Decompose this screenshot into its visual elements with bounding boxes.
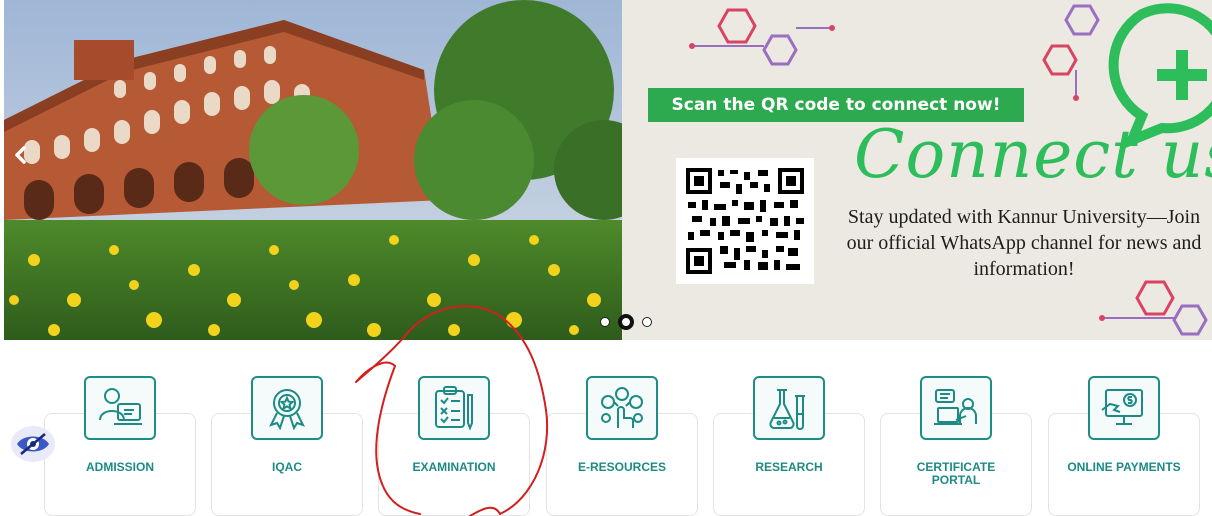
connect-us-description: Stay updated with Kannur University—Join… [846, 206, 1202, 280]
e-resources-tile[interactable] [586, 376, 658, 440]
slider-dot-3[interactable] [642, 317, 652, 327]
chevron-left-icon [15, 146, 26, 164]
quick-link-label[interactable]: EXAMINATION [378, 461, 530, 474]
quick-link-label[interactable]: CERTIFICATE PORTAL [880, 461, 1032, 487]
quick-link-label[interactable]: RESEARCH [713, 461, 865, 474]
admission-tile[interactable] [84, 376, 156, 440]
e-resources-icon [601, 387, 643, 428]
campus-photo [4, 0, 622, 340]
quick-link-label[interactable]: ONLINE PAYMENTS [1048, 461, 1200, 474]
slider-prev-button[interactable] [6, 140, 36, 170]
certificate-portal-tile[interactable] [920, 376, 992, 440]
homepage: Scan the QR code to connect now! Connect… [0, 0, 1212, 516]
slider-dot-2[interactable] [618, 314, 634, 330]
quick-link-label[interactable]: E-RESOURCES [546, 461, 698, 474]
connect-us-title: Connect us [854, 116, 1212, 193]
iqac-tile[interactable] [251, 376, 323, 440]
online-payments-tile[interactable] [1088, 376, 1160, 440]
award-badge-icon [269, 389, 305, 430]
hero-slider: Scan the QR code to connect now! Connect… [4, 0, 1212, 340]
qr-code[interactable] [676, 158, 814, 284]
quick-links-section: ADMISSION IQAC EXAMINATION E-RESOURCES R… [0, 340, 1212, 516]
quick-link-label[interactable]: IQAC [211, 461, 363, 474]
whatsapp-promo-slide[interactable]: Scan the QR code to connect now! Connect… [622, 0, 1212, 340]
admission-icon [99, 388, 142, 425]
certificate-portal-icon [934, 389, 977, 425]
slider-dots [600, 314, 652, 330]
lab-flask-icon [769, 389, 805, 430]
eye-icon [17, 433, 49, 455]
quick-link-label[interactable]: ADMISSION [44, 461, 196, 474]
accessibility-button[interactable] [11, 426, 55, 462]
research-tile[interactable] [753, 376, 825, 440]
slider-dot-1[interactable] [600, 317, 610, 327]
online-payment-icon [1101, 389, 1143, 425]
exam-clipboard-icon [435, 386, 473, 431]
examination-tile[interactable] [418, 376, 490, 440]
